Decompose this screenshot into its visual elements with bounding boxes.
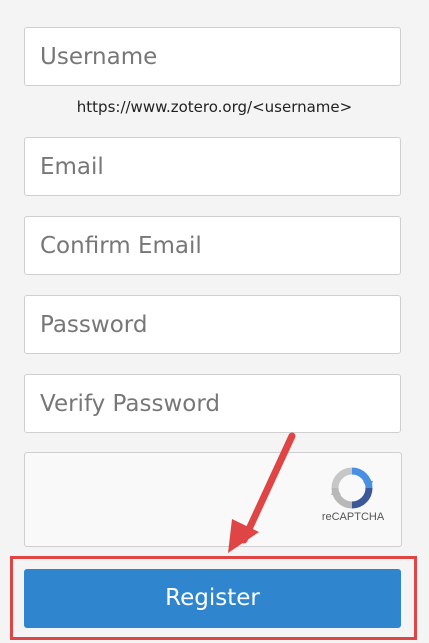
email-input[interactable] <box>24 137 401 196</box>
recaptcha-label: reCAPTCHA <box>321 511 385 523</box>
recaptcha-icon <box>331 467 373 509</box>
username-url-hint: https://www.zotero.org/<username> <box>76 98 353 116</box>
recaptcha-widget[interactable]: reCAPTCHA <box>24 452 402 547</box>
confirm-email-input[interactable] <box>24 216 401 275</box>
verify-password-input[interactable] <box>24 374 401 433</box>
username-input[interactable] <box>24 27 401 86</box>
password-input[interactable] <box>24 295 401 354</box>
register-button[interactable]: Register <box>24 569 401 628</box>
